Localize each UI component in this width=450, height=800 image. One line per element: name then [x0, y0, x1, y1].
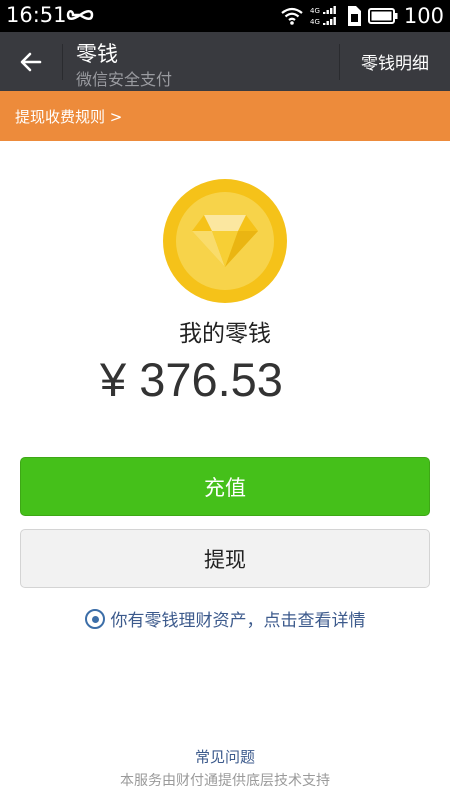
status-bar: 16:51 4G 4G 100	[0, 0, 450, 32]
cellular-signal-icon: 4G 4G	[310, 6, 336, 26]
back-button[interactable]	[0, 32, 62, 91]
battery-level: 100	[403, 4, 444, 28]
wealth-management-icon	[84, 608, 105, 629]
status-time: 16:51	[6, 3, 67, 27]
withdraw-button[interactable]: 提现	[20, 529, 430, 588]
arrow-left-icon	[20, 52, 42, 71]
diamond-icon	[192, 215, 258, 267]
balance-details-button[interactable]: 零钱明细	[340, 32, 450, 91]
page-subtitle: 微信安全支付	[76, 70, 173, 89]
wallet-coin-icon	[163, 179, 287, 303]
withdraw-fee-rules-link[interactable]: 提现收费规则 >	[0, 91, 450, 141]
finance-assets-link[interactable]: 你有零钱理财资产，点击查看详情	[0, 606, 450, 631]
wifi-icon	[281, 7, 303, 25]
page-title: 零钱	[76, 42, 118, 66]
sim-card-icon	[347, 6, 361, 26]
battery-icon	[367, 8, 398, 24]
infinity-icon	[66, 10, 94, 20]
balance-amount: ¥ 376.53	[100, 353, 283, 406]
recharge-button[interactable]: 充值	[20, 457, 430, 516]
network-type-top: 4G	[310, 7, 320, 15]
footer-note: 本服务由财付通提供底层技术支持	[120, 773, 330, 789]
faq-link[interactable]: 常见问题	[0, 746, 450, 767]
divider	[62, 44, 63, 80]
finance-assets-text: 你有零钱理财资产，点击查看详情	[110, 611, 366, 631]
status-right-group: 4G 4G 100	[280, 2, 444, 30]
title-bar: 零钱 微信安全支付 零钱明细	[0, 32, 450, 91]
network-type-bottom: 4G	[310, 18, 320, 26]
balance-label: 我的零钱	[179, 321, 271, 347]
